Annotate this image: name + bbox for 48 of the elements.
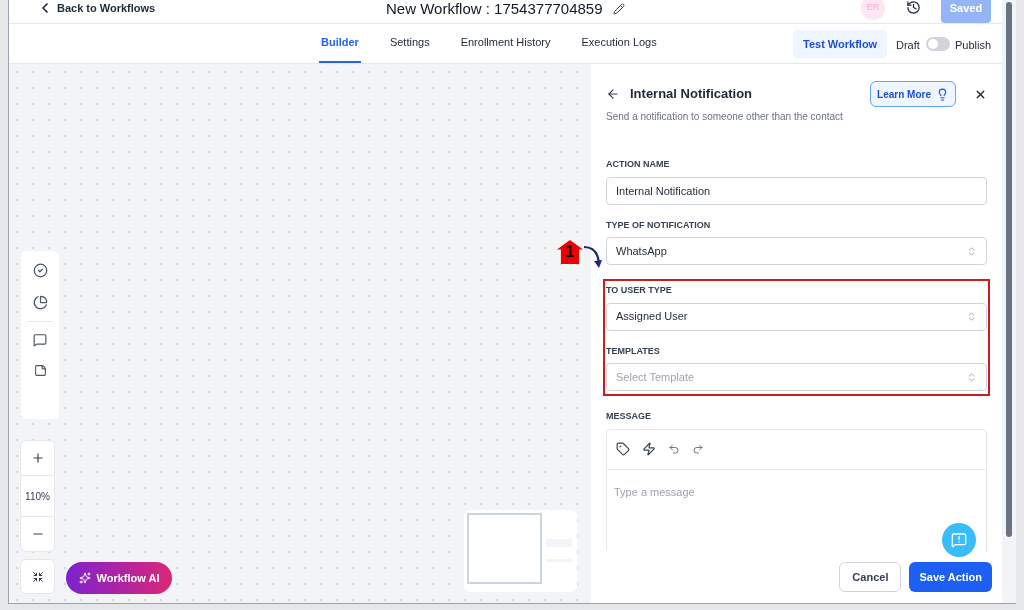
redo-icon[interactable] [692, 443, 704, 455]
publish-toggle[interactable] [926, 37, 950, 51]
dropdown-icon [966, 245, 977, 257]
fit-view-icon [31, 570, 44, 583]
field-label: TYPE OF NOTIFICATION [606, 218, 712, 232]
check-circle-icon[interactable] [32, 263, 48, 278]
action-name-field[interactable]: Internal Notification [606, 176, 987, 205]
back-button[interactable]: Back to Workflows [37, 0, 156, 17]
publish-label: Publish [955, 38, 992, 53]
fit-view-button[interactable] [20, 559, 55, 594]
back-arrow-icon[interactable] [606, 87, 620, 101]
comment-icon[interactable] [33, 333, 47, 347]
scrollbar[interactable] [1002, 0, 1016, 603]
lightning-icon[interactable] [642, 442, 656, 456]
workflow-ai-button[interactable]: Workflow AI [66, 562, 172, 594]
tab[interactable]: Execution Logs [579, 24, 659, 63]
save-action-button[interactable]: Save Action [909, 562, 992, 592]
dropdown-icon [966, 311, 977, 322]
select-field[interactable]: Assigned User [606, 302, 987, 331]
tag-icon[interactable] [616, 442, 630, 456]
message-field[interactable]: Type a message [607, 469, 986, 551]
zoom-level: 110% [25, 489, 50, 504]
cancel-button[interactable]: Cancel [839, 562, 902, 592]
field-label: ACTION NAME [606, 158, 671, 171]
draft-label: Draft [896, 38, 920, 53]
tab[interactable]: Enrollment History [458, 24, 553, 63]
sticky-note-icon[interactable] [33, 364, 47, 377]
plus-icon [30, 451, 45, 465]
field-label: MESSAGE [606, 410, 652, 423]
undo-icon[interactable] [668, 443, 680, 455]
field-label: TO USER TYPE [606, 284, 673, 297]
field-label: TEMPLATES [606, 344, 661, 358]
edit-icon[interactable] [612, 3, 625, 16]
curved-arrow [583, 244, 603, 270]
scrollbar-thumb[interactable] [1006, 2, 1012, 537]
pie-chart-icon[interactable] [32, 295, 48, 310]
sparkle-icon [78, 572, 91, 584]
help-chat-icon [951, 532, 967, 548]
dropdown-icon [966, 371, 977, 383]
panel-subtitle: Send a notification to someone other than the contact [606, 110, 844, 124]
test-workflow-button[interactable]: Test Workflow [793, 30, 888, 58]
tab[interactable]: Settings [387, 24, 432, 63]
select-field[interactable]: WhatsApp [606, 237, 987, 265]
learn-more-button[interactable]: Learn More [870, 81, 956, 107]
panel-title: Internal Notification [630, 85, 753, 104]
workflow-title: New Workflow : 1754377704859 [386, 0, 603, 19]
history-icon[interactable] [906, 0, 921, 15]
lightbulb-icon [936, 87, 949, 101]
